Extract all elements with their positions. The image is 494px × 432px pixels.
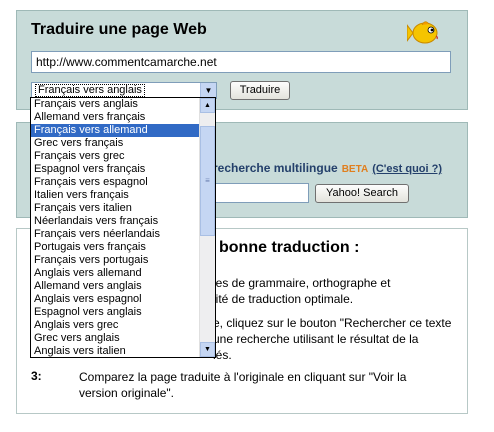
language-dropdown-list[interactable]: Français vers anglais Allemand vers franç… bbox=[30, 97, 216, 358]
language-option[interactable]: Anglais vers espagnol bbox=[31, 293, 201, 306]
tip-3-number: 3: bbox=[31, 369, 42, 383]
scroll-down-button[interactable]: ▼ bbox=[200, 342, 215, 357]
dropdown-scrollbar[interactable]: ▲ ≡ ▼ bbox=[199, 98, 215, 357]
language-option[interactable]: Français vers italien bbox=[31, 202, 201, 215]
language-option[interactable]: Allemand vers anglais bbox=[31, 280, 201, 293]
scroll-up-button[interactable]: ▲ bbox=[200, 98, 215, 113]
fish-icon bbox=[407, 21, 438, 44]
yahoo-search-button[interactable]: Yahoo! Search bbox=[315, 184, 409, 203]
beta-badge: BETA bbox=[341, 164, 369, 175]
tip-3-line-1: Comparez la page traduite à l'originale … bbox=[79, 370, 407, 384]
search-input[interactable] bbox=[213, 183, 309, 203]
search-label-text: recherche multilingue bbox=[213, 161, 338, 175]
multilingual-search-label: recherche multilingue BETA (C'est quoi ?) bbox=[213, 161, 442, 175]
translate-panel: Traduire une page Web Français vers angl… bbox=[16, 10, 468, 110]
language-option[interactable]: Espagnol vers français bbox=[31, 163, 201, 176]
translate-button[interactable]: Traduire bbox=[230, 81, 290, 100]
language-option[interactable]: Italien vers français bbox=[31, 189, 201, 202]
tip-2-line-2: une recherche utilisant le résultat de l… bbox=[213, 332, 419, 346]
language-option[interactable]: Français vers espagnol bbox=[31, 176, 201, 189]
language-option[interactable]: Anglais vers italien bbox=[31, 345, 201, 357]
language-option[interactable]: Français vers portugais bbox=[31, 254, 201, 267]
tip-1-line-2: lité de traduction optimale. bbox=[213, 292, 354, 306]
language-options: Français vers anglais Allemand vers franç… bbox=[31, 98, 201, 357]
language-select-value: Français vers anglais bbox=[38, 84, 142, 96]
tip-2-line-1: e, cliquez sur le bouton "Rechercher ce … bbox=[213, 316, 452, 330]
language-option[interactable]: Espagnol vers anglais bbox=[31, 306, 201, 319]
language-option[interactable]: Allemand vers français bbox=[31, 111, 201, 124]
url-input[interactable] bbox=[31, 51, 451, 73]
tip-1-line-1: les de grammaire, orthographe et bbox=[213, 276, 391, 290]
language-option[interactable]: Grec vers français bbox=[31, 137, 201, 150]
language-option[interactable]: Français vers néerlandais bbox=[31, 228, 201, 241]
tips-title: bonne traduction : bbox=[219, 239, 360, 256]
whatsit-link[interactable]: (C'est quoi ?) bbox=[372, 163, 442, 175]
language-option[interactable]: Portugais vers français bbox=[31, 241, 201, 254]
language-option[interactable]: Grec vers anglais bbox=[31, 332, 201, 345]
language-option[interactable]: Anglais vers allemand bbox=[31, 267, 201, 280]
language-option[interactable]: Néerlandais vers français bbox=[31, 215, 201, 228]
tip-3-line-2: version originale". bbox=[79, 386, 174, 400]
language-option[interactable]: Anglais vers grec bbox=[31, 319, 201, 332]
language-option[interactable]: Français vers grec bbox=[31, 150, 201, 163]
chevron-down-icon[interactable]: ▼ bbox=[200, 83, 216, 98]
panel-title: Traduire une page Web bbox=[31, 21, 207, 38]
language-option[interactable]: Français vers allemand bbox=[31, 124, 201, 137]
language-option[interactable]: Français vers anglais bbox=[31, 98, 201, 111]
scroll-thumb[interactable]: ≡ bbox=[200, 126, 215, 236]
